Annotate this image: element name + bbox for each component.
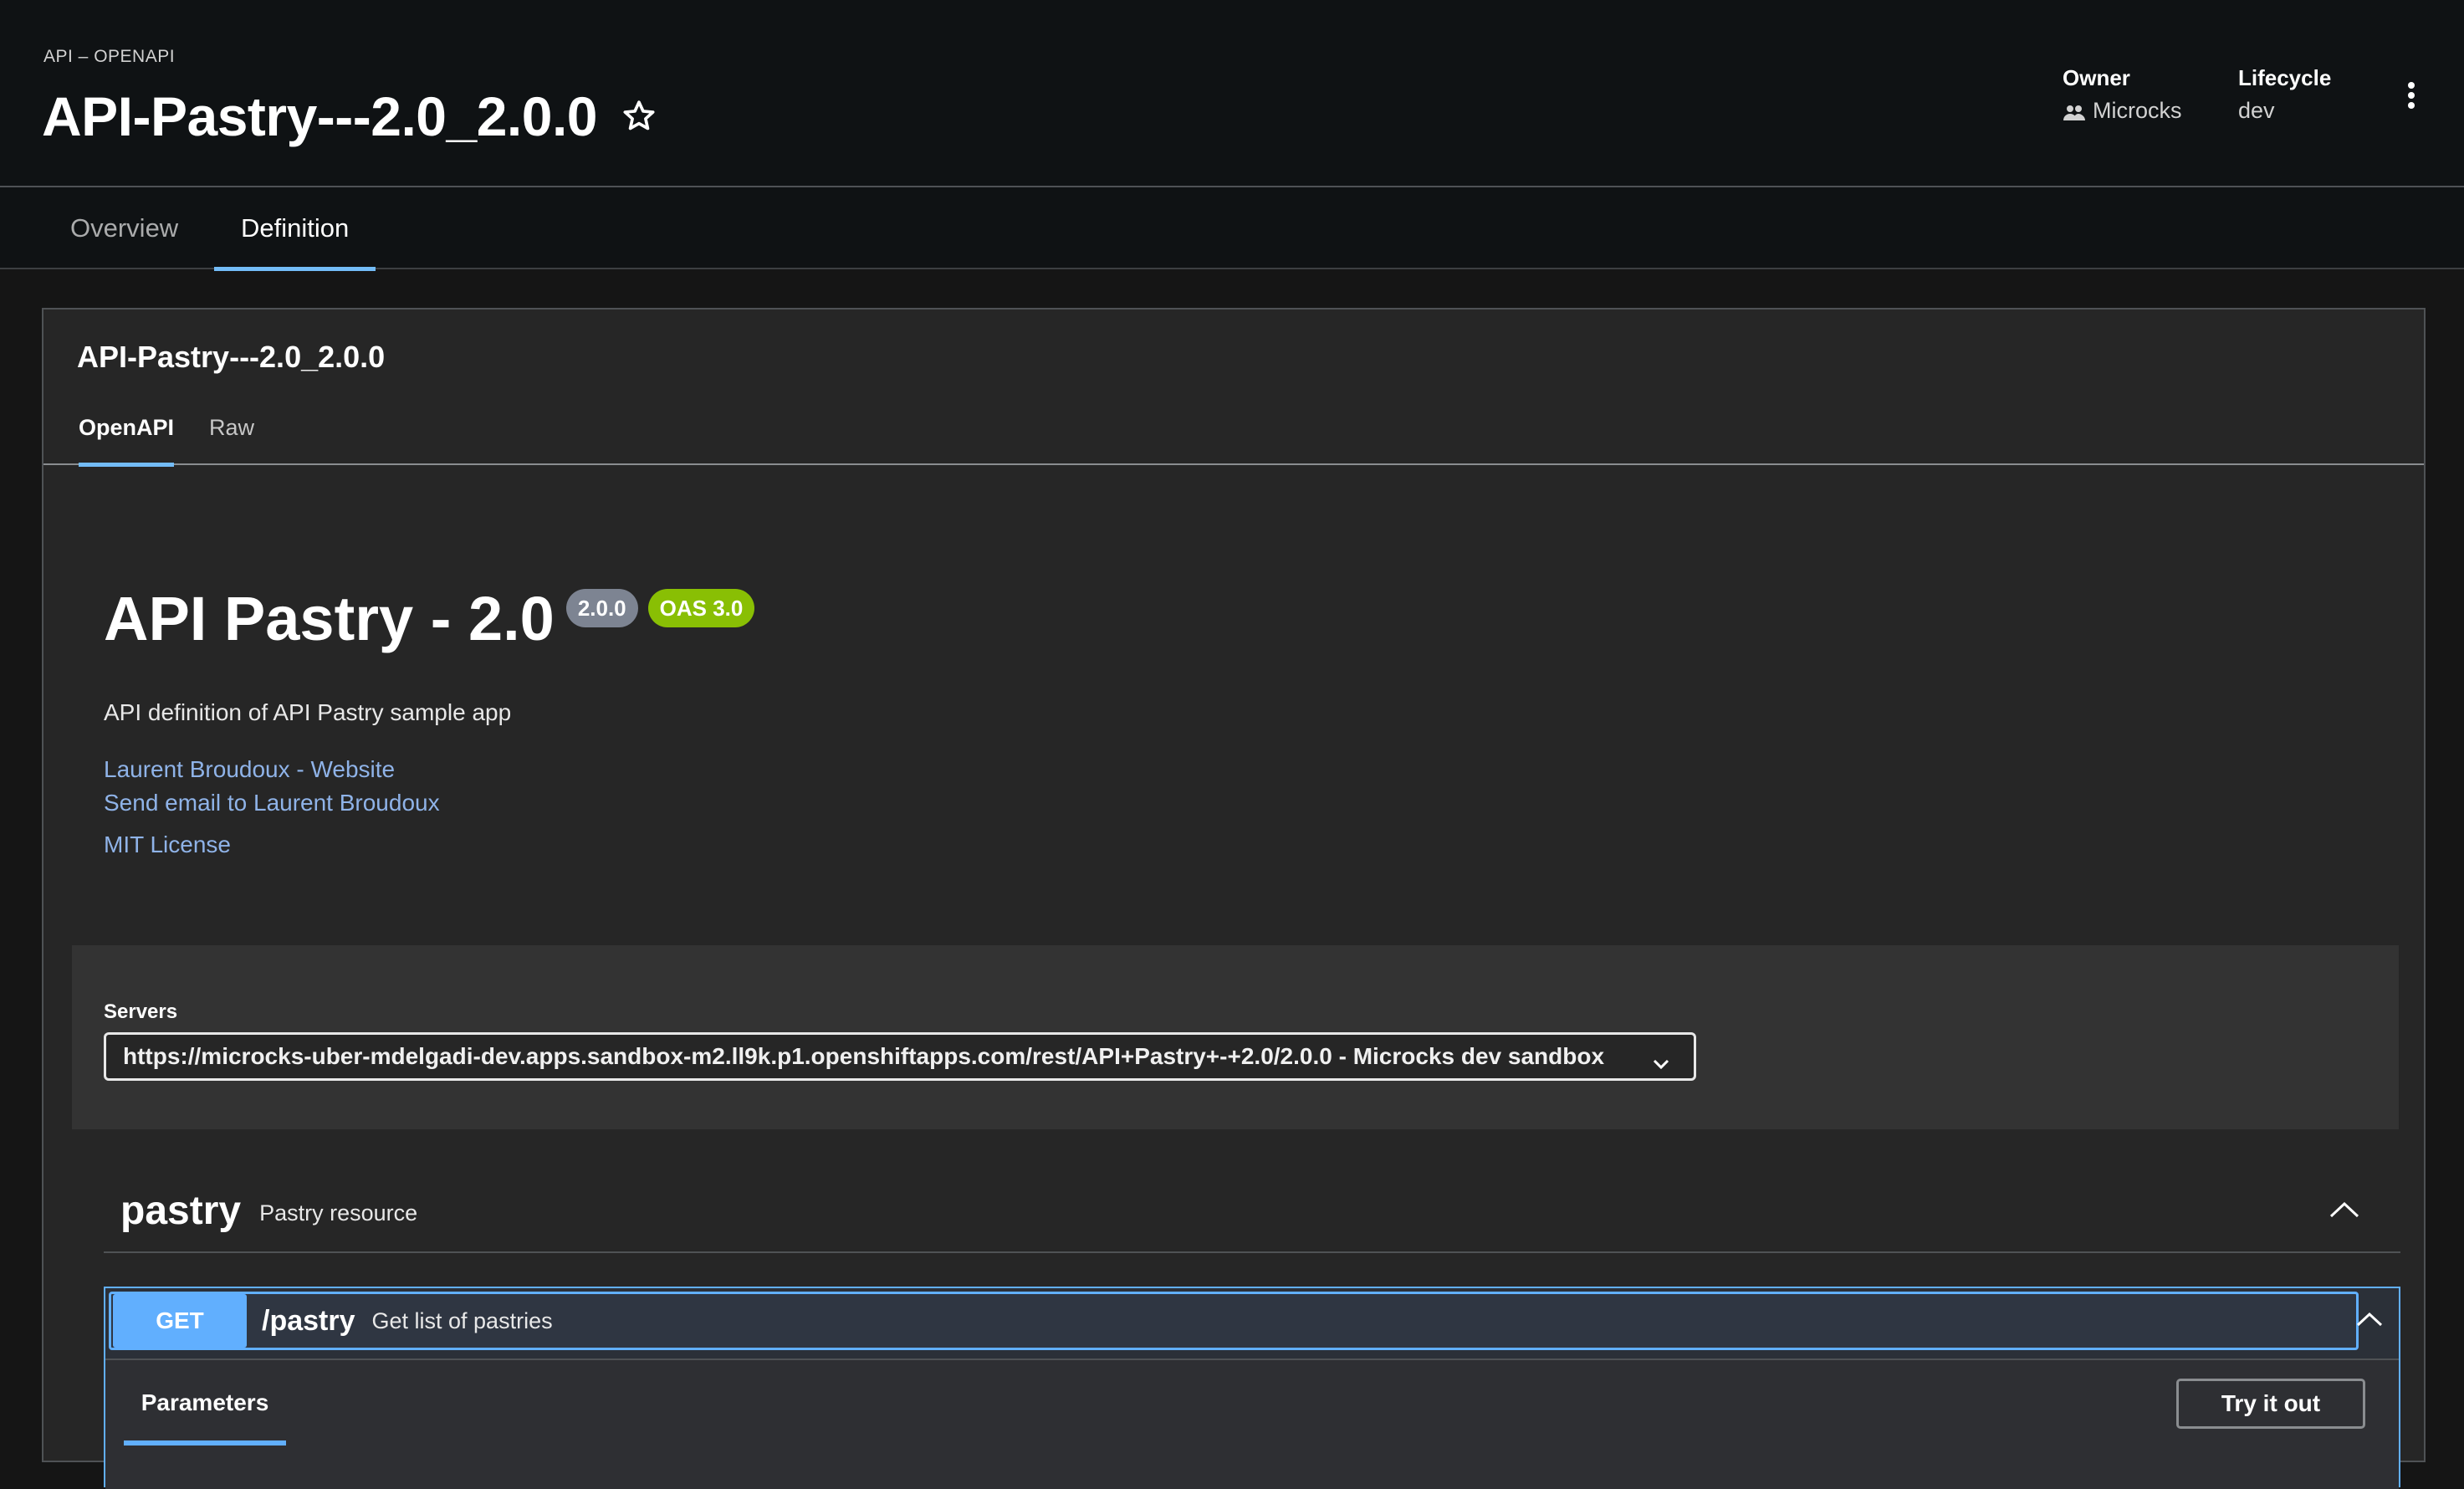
owner-name: Microcks (2093, 98, 2182, 123)
tag-description: Pastry resource (259, 1200, 418, 1225)
api-description: API definition of API Pastry sample app (104, 699, 512, 725)
title-row: API-Pastry---2.0_2.0.0 (42, 80, 657, 152)
tag-section-header[interactable]: pastry Pastry resource (104, 1169, 2400, 1253)
servers-select[interactable]: https://microcks-uber-mdelgadi-dev.apps.… (104, 1032, 1696, 1081)
chevron-up-icon[interactable] (2329, 1200, 2360, 1220)
definition-subtabs: OpenAPI Raw (43, 390, 2424, 467)
lifecycle-value: dev (2238, 98, 2275, 123)
try-it-out-button[interactable]: Try it out (2176, 1379, 2365, 1429)
servers-label: Servers (104, 1000, 178, 1023)
version-badge: 2.0.0 (565, 589, 638, 627)
definition-card: API-Pastry---2.0_2.0.0 OpenAPI Raw API P… (42, 308, 2426, 1489)
http-method-badge: GET (113, 1294, 247, 1348)
owner-value[interactable]: Microcks (2063, 98, 2182, 124)
chevron-up-icon[interactable] (2355, 1310, 2384, 1328)
entity-kind-label: API – OPENAPI (43, 47, 176, 66)
chevron-down-icon (1652, 1050, 1670, 1070)
operation-body: Parameters Try it out (105, 1359, 2399, 1489)
subtab-raw[interactable]: Raw (209, 390, 254, 465)
operation-summary[interactable]: GET /pastry Get list of pastries (109, 1292, 2359, 1350)
website-link[interactable]: Laurent Broudoux - Website (104, 756, 395, 783)
group-icon (2063, 102, 2086, 120)
parameters-tab[interactable]: Parameters (124, 1360, 286, 1446)
kebab-menu-icon[interactable] (2399, 77, 2424, 114)
lifecycle-label: Lifecycle (2238, 65, 2332, 90)
tab-overview[interactable]: Overview (43, 187, 205, 269)
card-title: API-Pastry---2.0_2.0.0 (77, 340, 386, 374)
subtab-openapi[interactable]: OpenAPI (79, 390, 175, 467)
api-title-row: API Pastry - 2.0 2.0.0 OAS 3.0 (104, 581, 755, 658)
tab-definition[interactable]: Definition (214, 187, 376, 271)
operation-path: /pastry (262, 1304, 355, 1337)
operation-block: GET /pastry Get list of pastries Paramet… (104, 1287, 2400, 1489)
entity-tabs: Overview Definition (0, 187, 2464, 271)
oas-badge: OAS 3.0 (647, 589, 755, 627)
servers-section: Servers https://microcks-uber-mdelgadi-d… (72, 945, 2399, 1129)
page-header: API – OPENAPI API-Pastry---2.0_2.0.0 Own… (0, 0, 2464, 187)
owner-label: Owner (2063, 65, 2130, 90)
api-title: API Pastry - 2.0 (104, 584, 555, 653)
server-selected-value: https://microcks-uber-mdelgadi-dev.apps.… (123, 1043, 1605, 1069)
owner-meta: Owner Microcks (2063, 65, 2182, 124)
lifecycle-meta: Lifecycle dev (2238, 65, 2331, 124)
license-link[interactable]: MIT License (104, 831, 231, 858)
operation-summary-text: Get list of pastries (371, 1307, 553, 1333)
page-title: API-Pastry---2.0_2.0.0 (42, 85, 598, 147)
email-link[interactable]: Send email to Laurent Broudoux (104, 790, 440, 816)
star-icon[interactable] (621, 98, 657, 135)
tag-name: pastry (120, 1188, 242, 1233)
